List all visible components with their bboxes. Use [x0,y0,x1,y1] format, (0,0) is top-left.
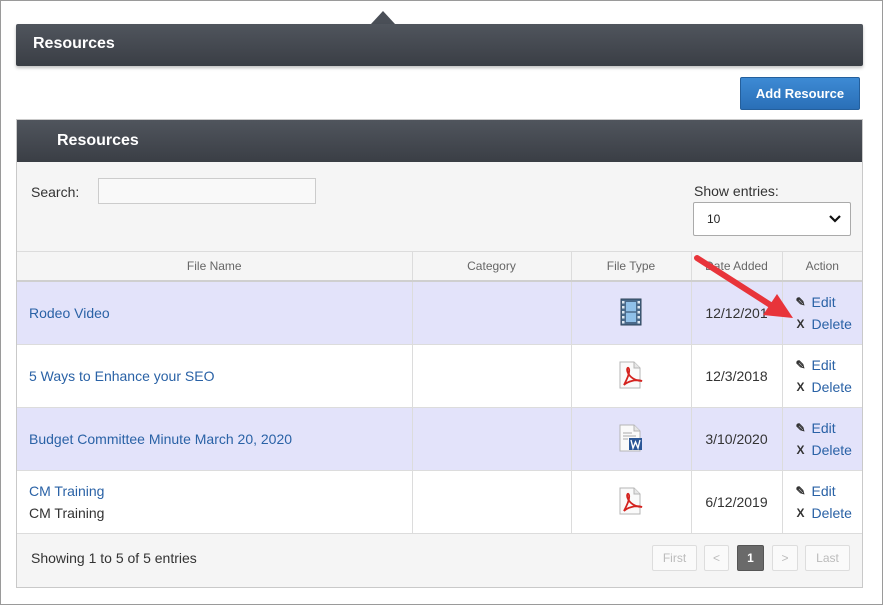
annotation-arrow [694,255,793,318]
